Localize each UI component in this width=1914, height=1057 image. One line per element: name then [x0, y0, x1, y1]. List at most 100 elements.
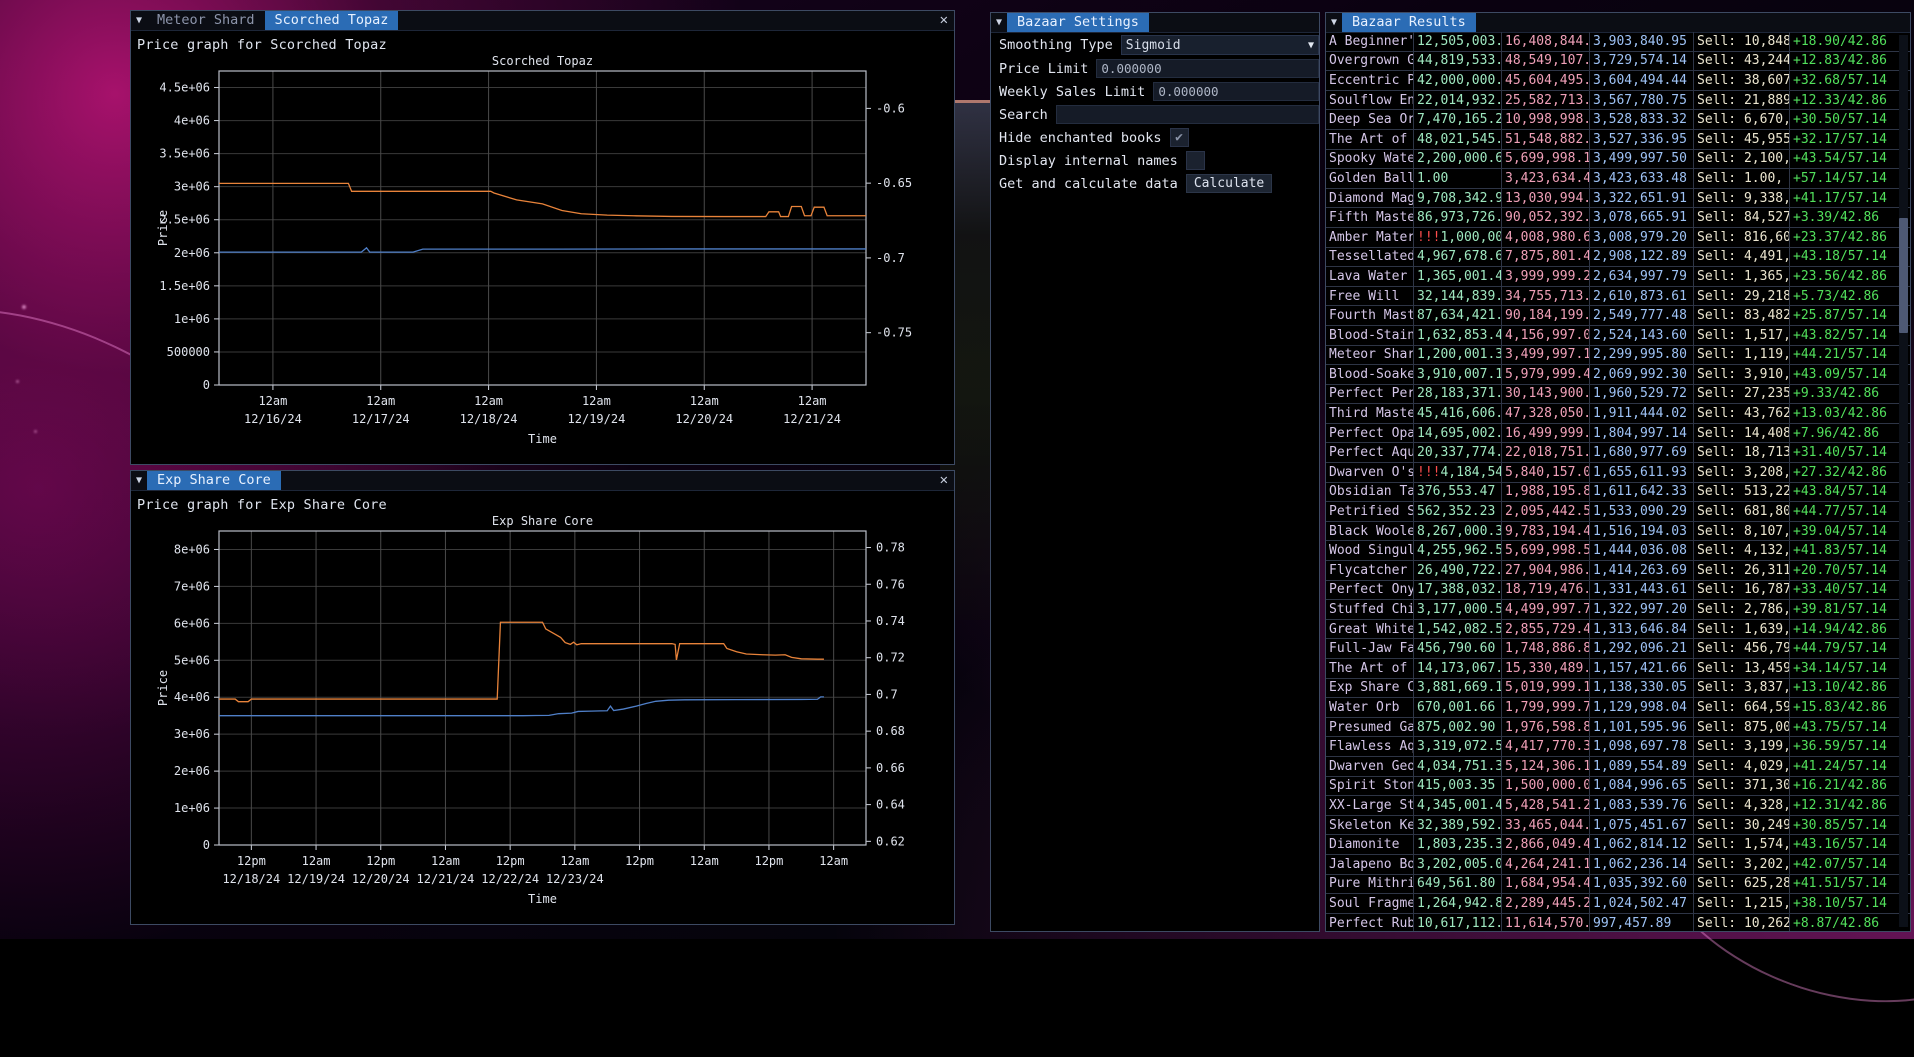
table-row[interactable]: Perfect Ruby 10,617,112.1 11,614,570.0 997,…: [1326, 913, 1910, 931]
results-scrollbar-thumb[interactable]: [1899, 218, 1908, 333]
cell-margin: 1,075,451.67: [1590, 815, 1694, 835]
tab-scorched-topaz[interactable]: Scorched Topaz: [264, 11, 399, 30]
cell-volume: Sell: 38,607: [1694, 71, 1790, 90]
table-row[interactable]: Dwarven O's!!! 4,184,54 5,840,157.04 1,655…: [1326, 463, 1910, 483]
table-row[interactable]: Flycatcher 26,490,722.8 27,904,986.5 1,414,…: [1326, 561, 1910, 581]
table-row[interactable]: Water Orb 670,001.66 1,799,999.70 1,129,998…: [1326, 698, 1910, 718]
results-titlebar[interactable]: ▼ Bazaar Results: [1326, 13, 1910, 33]
table-row[interactable]: Spooky Water 2,200,000.60 5,699,998.10 3,49…: [1326, 149, 1910, 170]
table-row[interactable]: Fifth Master 86,973,726.5 90,052,392.5 3,07…: [1326, 208, 1910, 228]
table-row[interactable]: Fourth Maste 87,634,421.6 90,184,199.1 2,54…: [1326, 306, 1910, 326]
close-icon[interactable]: ✕: [940, 472, 948, 489]
table-row[interactable]: Perfect Aqua 20,337,774.0 22,018,751.7 1,68…: [1326, 443, 1910, 464]
table-row[interactable]: Lava Water O 1,365,001.41 3,999,999.20 2,63…: [1326, 267, 1910, 287]
close-icon[interactable]: ✕: [940, 12, 948, 29]
cell-buy-price: 26,490,722.8: [1414, 561, 1502, 580]
table-row[interactable]: XX-Large Sto 4,345,001.44 5,428,541.20 1,08…: [1326, 796, 1910, 816]
graph-window-exp-share-core[interactable]: ▼ Exp Share Core ✕ Price graph for Exp S…: [130, 470, 955, 925]
cell-volume: Sell: 3,208,: [1694, 463, 1790, 482]
table-row[interactable]: Perfect Opal 14,695,002.3 16,499,999.5 1,80…: [1326, 423, 1910, 444]
x-axis-date-tick: 12/17/24: [352, 412, 410, 426]
table-row[interactable]: Skeleton Key 32,389,592.4 33,465,044.0 1,07…: [1326, 815, 1910, 836]
table-row[interactable]: Meteor Shard 1,200,001.30 3,499,997.10 2,29…: [1326, 345, 1910, 366]
table-row[interactable]: Soul Fragmen 1,264,942.80 2,289,445.27 1,02…: [1326, 894, 1910, 914]
calculate-button[interactable]: Calculate: [1185, 174, 1273, 193]
x-axis-time-tick: 12pm: [625, 854, 654, 868]
table-row[interactable]: Great White 1,542,082.56 2,855,729.40 1,313…: [1326, 619, 1910, 640]
graph2-titlebar[interactable]: ▼ Exp Share Core ✕: [131, 471, 954, 491]
table-row[interactable]: Spirit Stone 415,003.35 1,500,000.00 1,084,…: [1326, 776, 1910, 797]
collapse-icon[interactable]: ▼: [991, 13, 1007, 32]
graph1-subtitle: Price graph for Scorched Topaz: [137, 37, 387, 53]
cell-item-name: Fourth Maste: [1326, 306, 1414, 325]
search-input[interactable]: [1055, 105, 1319, 124]
collapse-icon[interactable]: ▼: [1326, 13, 1342, 32]
table-row[interactable]: Eccentric Pa 42,000,000.6 45,604,495.0 3,60…: [1326, 71, 1910, 91]
table-row[interactable]: Exp Share Co 3,881,669.14 5,019,999.19 1,13…: [1326, 678, 1910, 699]
results-scrollbar-track[interactable]: [1899, 35, 1908, 927]
table-row[interactable]: The Art of W 14,173,067.6 15,330,489.3 1,15…: [1326, 659, 1910, 679]
cell-volume: Sell: 13,459: [1694, 659, 1790, 678]
chevron-down-icon[interactable]: ▼: [1308, 40, 1314, 51]
table-row[interactable]: Dwarven Geod 4,034,751.30 5,124,306.19 1,08…: [1326, 756, 1910, 777]
display-internal-names-checkbox[interactable]: [1185, 151, 1205, 170]
cell-sell-price: 13,030,994.8: [1502, 188, 1590, 208]
settings-titlebar[interactable]: ▼ Bazaar Settings: [991, 13, 1319, 33]
x-axis-time-tick: 12am: [582, 394, 611, 408]
table-row[interactable]: Third Master 45,416,606.6 47,328,050.7 1,91…: [1326, 404, 1910, 424]
table-row[interactable]: Petrified St 562,352.23 2,095,442.51 1,533,…: [1326, 502, 1910, 522]
cell-sell-price: 3,999,999.20: [1502, 267, 1590, 286]
table-row[interactable]: Blood-Soaked 3,910,007.10 5,979,999.40 2,06…: [1326, 365, 1910, 385]
table-row[interactable]: Presumed Gal 875,002.90 1,976,598.86 1,101,…: [1326, 717, 1910, 738]
bazaar-settings-window[interactable]: ▼ Bazaar Settings Smoothing Type Sigmoid…: [990, 12, 1320, 932]
table-row[interactable]: The Art of P 48,021,545.4 51,548,882.3 3,52…: [1326, 129, 1910, 150]
table-row[interactable]: Perfect Peri 28,183,371.2 30,143,900.9 1,96…: [1326, 384, 1910, 405]
table-row[interactable]: Deep Sea Orb 7,470,165.28 10,998,998.6 3,52…: [1326, 110, 1910, 130]
table-row[interactable]: Tessellated 4,967,678.60 7,875,801.49 2,908…: [1326, 247, 1910, 268]
table-row[interactable]: Golden Ball 1.00 3,423,634.48 3,423,633.48 S…: [1326, 169, 1910, 189]
cell-sell-price: 45,604,495.0: [1502, 71, 1590, 90]
table-row[interactable]: Pure Mithril 649,561.80 1,684,954.40 1,035,…: [1326, 874, 1910, 895]
table-row[interactable]: Soulflow Eng 22,014,932.2 25,582,713.0 3,56…: [1326, 90, 1910, 111]
cell-margin: 3,604,494.44: [1590, 71, 1694, 90]
table-row[interactable]: Amber Materi!!! 1,000,00 4,008,980.60 3,00…: [1326, 227, 1910, 248]
table-row[interactable]: A Beginner's 12,505,003.6 16,408,844.6 3,90…: [1326, 32, 1910, 52]
bazaar-results-window[interactable]: ▼ Bazaar Results A Beginner's 12,505,003.…: [1325, 12, 1911, 932]
weekly-sales-limit-input[interactable]: 0.000000: [1153, 82, 1319, 101]
table-row[interactable]: Stuffed Chil 3,177,000.50 4,499,997.70 1,32…: [1326, 600, 1910, 620]
y-axis-right-tick: 0.7: [876, 687, 898, 701]
table-row[interactable]: Flawless Aqu 3,319,072.58 4,417,770.36 1,09…: [1326, 737, 1910, 757]
collapse-icon[interactable]: ▼: [131, 11, 147, 30]
table-row[interactable]: Jalapeno Boo 3,202,005.05 4,264,241.19 1,06…: [1326, 854, 1910, 875]
tab-meteor-shard[interactable]: Meteor Shard: [147, 11, 265, 30]
graph2-plot: Exp Share Core 0 1e+06 2e+06 3e+06 4e+06 5e+06…: [131, 513, 954, 923]
table-row[interactable]: Blood-Staine 1,632,853.40 4,156,997.00 2,52…: [1326, 325, 1910, 346]
graph1-titlebar[interactable]: ▼ Meteor Shard Scorched Topaz ✕: [131, 11, 954, 31]
table-row[interactable]: Obsidian Tab 376,553.47 1,988,195.80 1,611,…: [1326, 482, 1910, 503]
collapse-icon[interactable]: ▼: [131, 471, 147, 490]
cell-buy-price: 415,003.35: [1414, 776, 1502, 796]
table-row[interactable]: Diamonite 1,803,235.35 2,866,049.47 1,062,8…: [1326, 835, 1910, 855]
cell-buy-price: 3,910,007.10: [1414, 365, 1502, 384]
cell-sell-price: 11,614,570.0: [1502, 913, 1590, 931]
results-table[interactable]: A Beginner's 12,505,003.6 16,408,844.6 3,90…: [1326, 32, 1910, 931]
table-row[interactable]: Free Will 32,144,839.5 34,755,713.2 2,610,8…: [1326, 286, 1910, 307]
table-row[interactable]: Black Woolen 8,267,000.38 9,783,194.41 1,51…: [1326, 521, 1910, 542]
table-row[interactable]: Wood Singula 4,255,962.50 5,699,998.58 1,44…: [1326, 541, 1910, 562]
y-axis-left-tick: 7e+06: [174, 579, 210, 593]
graph-window-scorched-topaz[interactable]: ▼ Meteor Shard Scorched Topaz ✕ Price gr…: [130, 10, 955, 465]
y-axis-left-tick: 3e+06: [174, 180, 210, 194]
hide-enchanted-books-checkbox[interactable]: ✔: [1169, 128, 1189, 147]
tab-exp-share-core[interactable]: Exp Share Core: [147, 471, 281, 490]
table-row[interactable]: Full-Jaw Fan 456,790.60 1,748,886.81 1,292,…: [1326, 639, 1910, 659]
smoothing-type-select[interactable]: Sigmoid ▼: [1120, 35, 1319, 55]
table-row[interactable]: Diamond Magm 9,708,342.97 13,030,994.8 3,32…: [1326, 188, 1910, 209]
tab-bazaar-results[interactable]: Bazaar Results: [1342, 13, 1476, 32]
table-row[interactable]: Perfect Onyx 17,388,032.7 18,719,476.4 1,33…: [1326, 580, 1910, 601]
tab-bazaar-settings[interactable]: Bazaar Settings: [1007, 13, 1149, 32]
y-axis-left-tick: 2e+06: [174, 246, 210, 260]
display-internal-names-label: Display internal names: [999, 152, 1178, 169]
table-row[interactable]: Overgrown Gr 44,819,533.6 48,549,107.8 3,72…: [1326, 51, 1910, 72]
cell-buy-price: 14,695,002.3: [1414, 423, 1502, 443]
price-limit-input[interactable]: 0.000000: [1096, 59, 1319, 78]
